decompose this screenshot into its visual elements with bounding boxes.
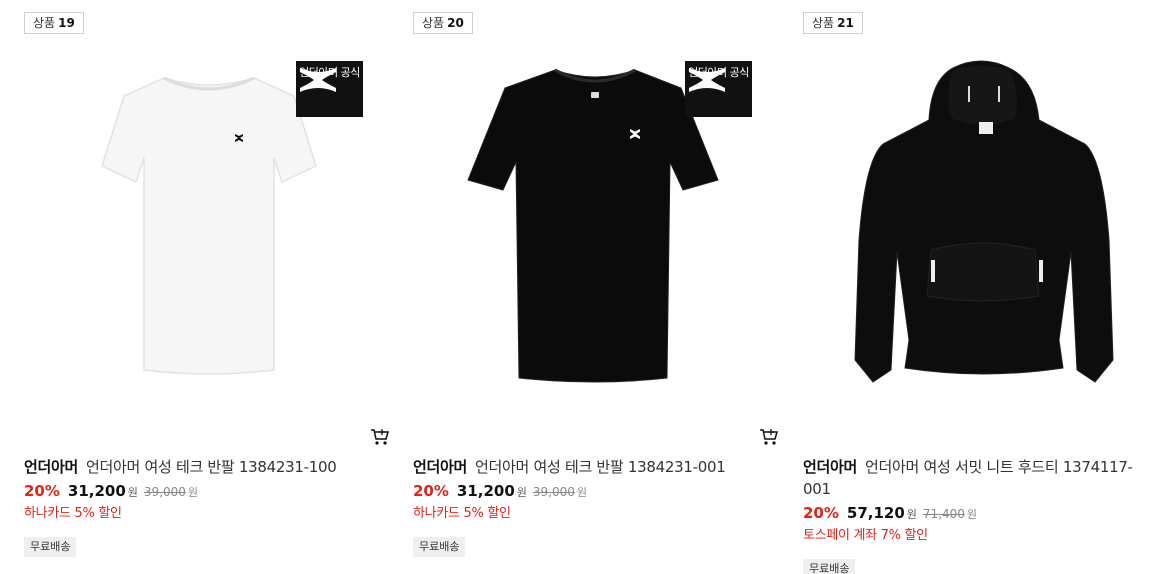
price-unit: 원 [127, 486, 138, 499]
discount-rate: 20% [803, 504, 839, 522]
card-promo: 하나카드 5% 할인 [24, 506, 122, 521]
sale-price: 31,200 [67, 482, 126, 500]
original-price: 39,000 [143, 485, 186, 499]
brand-name: 언더아머 [803, 458, 858, 476]
discount-rate: 20% [413, 482, 449, 500]
official-store-badge: 언더아머 공식 [685, 61, 752, 117]
original-price-unit: 원 [966, 508, 978, 521]
price-unit: 원 [516, 486, 527, 499]
price-line: 20% 31,200 원 39,000 원 [413, 481, 763, 503]
price-line: 20% 57,120 원 71,400 원 [803, 503, 1153, 525]
rank-label: 상품 [33, 16, 56, 30]
payment-promo: 토스페이 계좌 7% 할인 [803, 528, 928, 543]
product-title[interactable]: 언더아머 언더아머 여성 테크 반팔 1384231-001 [413, 456, 763, 478]
cart-icon [760, 429, 778, 445]
sale-price: 57,120 [846, 504, 905, 522]
rank-badge: 상품 21 [803, 12, 863, 34]
black-hoodie-image [854, 60, 1114, 383]
original-price-unit: 원 [187, 486, 199, 499]
original-price: 71,400 [922, 507, 965, 521]
under-armour-logo-icon [689, 68, 725, 92]
rank-badge: 상품 20 [413, 12, 473, 34]
add-to-cart-button[interactable] [759, 428, 779, 446]
product-name: 언더아머 여성 테크 반팔 1384231-001 [475, 458, 726, 476]
free-shipping-badge: 무료배송 [413, 537, 466, 557]
under-armour-logo-icon [300, 68, 336, 92]
product-image[interactable] [803, 40, 1161, 420]
brand-name: 언더아머 [413, 458, 468, 476]
add-to-cart-button[interactable] [370, 428, 390, 446]
product-card-19[interactable]: 상품 19 언더아머 공식 언더아머언더아머 여성 테크 반팔 1 [24, 0, 390, 574]
product-card-20[interactable]: 상품 20 언더아머 공식 언더아 [413, 0, 779, 574]
rank-badge: 상품 19 [24, 12, 84, 34]
brand-name: 언더아머 [24, 458, 79, 476]
product-title[interactable]: 언더아머 언더아머 여성 서밋 니트 후드티 1374117-001 [803, 456, 1153, 500]
product-name: 언더아머 여성 테크 반팔 1384231-100 [86, 458, 337, 476]
product-image[interactable]: 언더아머 공식 [413, 40, 779, 420]
original-price: 39,000 [532, 485, 575, 499]
card-promo: 하나카드 5% 할인 [413, 506, 511, 521]
sale-price: 31,200 [456, 482, 515, 500]
free-shipping-badge: 무료배송 [803, 559, 856, 574]
product-title[interactable]: 언더아머 언더아머 여성 테크 반팔 1384231-100 [24, 456, 374, 478]
cart-icon [371, 429, 389, 445]
official-store-badge: 언더아머 공식 [296, 61, 363, 117]
free-shipping-badge: 무료배송 [24, 537, 77, 557]
discount-rate: 20% [24, 482, 60, 500]
rank-label: 상품 [422, 16, 445, 30]
product-info: 언더아머 언더아머 여성 테크 반팔 1384231-001 20% 31,200… [413, 456, 763, 557]
rank-label: 상품 [812, 16, 835, 30]
product-image[interactable]: 언더아머 공식 [24, 40, 390, 420]
price-line: 20% 31,200 원 39,000 원 [24, 481, 374, 503]
rank-number: 21 [837, 16, 854, 30]
rank-number: 19 [58, 16, 75, 30]
original-price-unit: 원 [576, 486, 588, 499]
price-unit: 원 [906, 508, 917, 521]
product-card-21[interactable]: 상품 21 언더아머 언더아머 여성 서밋 니트 후드티 1374117-001 … [803, 0, 1161, 574]
product-info: 언더아머 언더아머 여성 테크 반팔 1384231-100 20% 31,200… [24, 456, 374, 557]
rank-number: 20 [447, 16, 464, 30]
product-info: 언더아머 언더아머 여성 서밋 니트 후드티 1374117-001 20% 57… [803, 456, 1153, 574]
